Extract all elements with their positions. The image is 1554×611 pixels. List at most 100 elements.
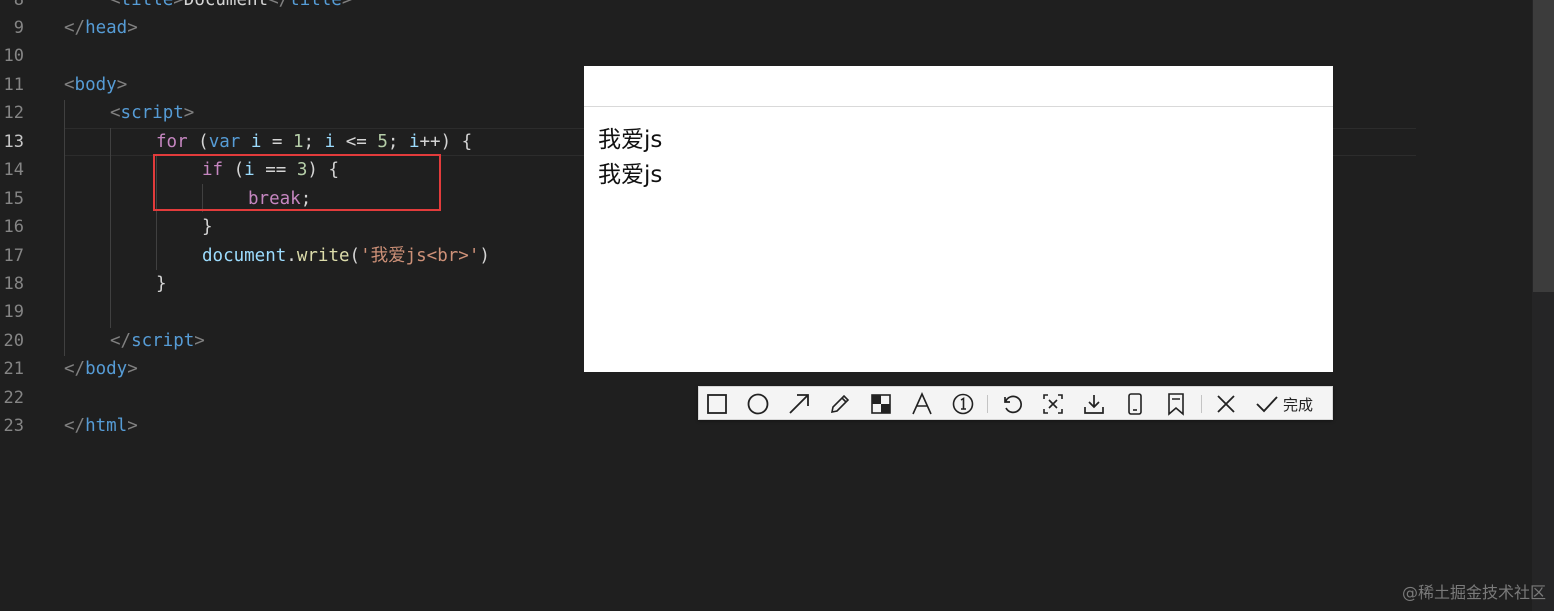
pencil-icon xyxy=(830,394,850,414)
cancel-button[interactable] xyxy=(1213,391,1239,417)
bookmark-button[interactable] xyxy=(1163,391,1189,417)
code-token: </ xyxy=(64,18,86,38)
code-token: > xyxy=(341,0,353,10)
code-token: 1 xyxy=(293,132,304,152)
code-token: '我爱js<br>' xyxy=(360,246,480,266)
code-token: title xyxy=(289,0,342,10)
screenshot-toolbar: 完成 xyxy=(698,386,1333,420)
line-number: 9 xyxy=(13,18,24,38)
code-token: ) xyxy=(479,246,490,266)
browser-output-preview: 我爱js 我爱js xyxy=(584,66,1333,372)
code-token: i xyxy=(408,132,420,152)
code-token: > xyxy=(127,18,138,38)
code-line-8: <title>Document</title> xyxy=(110,0,352,14)
code-token: ; xyxy=(303,132,325,152)
code-line-16: } xyxy=(202,213,213,241)
code-token: . xyxy=(286,246,297,266)
code-line-11: <body> xyxy=(64,71,127,99)
line-number: 14 xyxy=(3,160,24,180)
code-token: html xyxy=(85,416,128,436)
code-line-17: document.write('我爱js<br>') xyxy=(202,242,490,270)
code-token: for xyxy=(156,132,188,152)
code-token: < xyxy=(64,75,75,95)
pin-icon xyxy=(1043,394,1063,414)
line-number: 22 xyxy=(3,388,24,408)
text-icon xyxy=(912,392,932,415)
rectangle-tool-button[interactable] xyxy=(704,391,730,417)
code-token: > xyxy=(183,103,195,123)
code-token: </ xyxy=(110,331,132,351)
line-number: 21 xyxy=(3,359,24,379)
phone-icon xyxy=(1128,393,1142,415)
arrow-icon xyxy=(789,394,809,414)
code-token: var xyxy=(208,132,241,152)
done-button[interactable]: 完成 xyxy=(1255,391,1329,417)
code-token: i xyxy=(250,132,262,152)
code-token: script xyxy=(120,103,184,123)
done-label: 完成 xyxy=(1283,395,1314,414)
highlight-annotation-box xyxy=(153,154,441,211)
send-to-phone-button[interactable] xyxy=(1122,391,1148,417)
code-token: document xyxy=(202,246,287,266)
toolbar-separator xyxy=(987,395,988,413)
line-number: 17 xyxy=(3,246,24,266)
code-token: head xyxy=(85,18,128,38)
line-number: 12 xyxy=(3,103,24,123)
code-token: i xyxy=(324,132,336,152)
line-number: 10 xyxy=(3,46,24,66)
line-number: 8 xyxy=(13,0,24,10)
undo-button[interactable] xyxy=(999,391,1025,417)
indent-guide xyxy=(110,128,111,328)
code-token: <= xyxy=(335,132,378,152)
code-token: </ xyxy=(268,0,290,10)
code-line-12: <script> xyxy=(110,99,194,127)
line-number: 15 xyxy=(3,189,24,209)
indent-guide xyxy=(64,100,65,356)
mosaic-tool-button[interactable] xyxy=(868,391,894,417)
check-icon xyxy=(1256,396,1278,413)
code-line-23: </html> xyxy=(64,412,138,440)
pin-button[interactable] xyxy=(1040,391,1066,417)
code-token: > xyxy=(127,359,138,379)
code-token: </ xyxy=(64,416,86,436)
code-token: < xyxy=(110,0,121,10)
close-icon xyxy=(1217,395,1235,413)
code-token: </ xyxy=(64,359,86,379)
line-number: 18 xyxy=(3,274,24,294)
code-token: } xyxy=(202,217,213,237)
line-number: 19 xyxy=(3,302,24,322)
download-icon xyxy=(1084,395,1104,414)
line-number-active: 13 xyxy=(3,132,24,152)
ellipse-tool-button[interactable] xyxy=(745,391,771,417)
code-line-18: } xyxy=(156,270,167,298)
number-marker-tool-button[interactable] xyxy=(950,391,976,417)
watermark: @稀土掘金技术社区 xyxy=(1401,583,1546,602)
mosaic-icon xyxy=(871,394,891,414)
code-line-21: </body> xyxy=(64,355,138,383)
code-token: > xyxy=(127,416,138,436)
code-token: script xyxy=(131,331,195,351)
code-token: Document xyxy=(183,0,269,10)
code-token: body xyxy=(74,75,117,95)
ellipse-icon xyxy=(747,393,769,415)
code-token: = xyxy=(261,132,293,152)
code-token: ; xyxy=(387,132,409,152)
code-token: 5 xyxy=(377,132,388,152)
arrow-tool-button[interactable] xyxy=(786,391,812,417)
code-line-13: for (var i = 1; i <= 5; i++) { xyxy=(156,128,472,156)
vertical-scrollbar-thumb[interactable] xyxy=(1533,0,1554,292)
download-button[interactable] xyxy=(1081,391,1107,417)
code-token: write xyxy=(296,246,350,266)
rectangle-icon xyxy=(707,394,727,414)
toolbar-separator xyxy=(1201,395,1202,413)
code-token: ( xyxy=(187,132,209,152)
code-token: > xyxy=(194,331,205,351)
code-token: title xyxy=(120,0,174,10)
line-number: 11 xyxy=(3,75,24,95)
code-token: > xyxy=(116,75,128,95)
output-line: 我爱js xyxy=(598,162,663,188)
pencil-tool-button[interactable] xyxy=(827,391,853,417)
code-line-9: </head> xyxy=(64,14,138,42)
code-token: > xyxy=(173,0,184,10)
text-tool-button[interactable] xyxy=(909,391,935,417)
